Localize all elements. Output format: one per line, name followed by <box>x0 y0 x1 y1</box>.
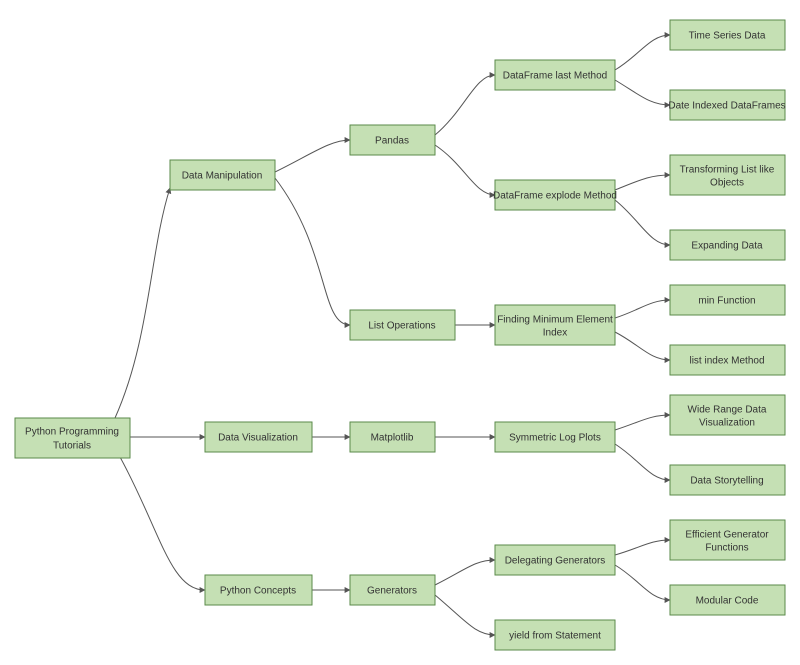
node-modular-code: Modular Code <box>670 585 785 615</box>
node-sym-log-label: Symmetric Log Plots <box>509 433 601 444</box>
node-list-operations: List Operations <box>350 310 455 340</box>
edge-symlog-datastory <box>615 444 670 480</box>
edge-generators-deleg <box>435 560 495 585</box>
edge-root-datamanip <box>115 188 170 418</box>
node-data-storytelling-label: Data Storytelling <box>690 476 763 487</box>
node-yield-from: yield from Statement <box>495 620 615 650</box>
node-df-explode-label: DataFrame explode Method <box>493 191 617 202</box>
node-modular-code-label: Modular Code <box>696 596 759 607</box>
node-expanding-data: Expanding Data <box>670 230 785 260</box>
node-delegating-generators-label: Delegating Generators <box>505 556 606 567</box>
edge-datamanip-listops <box>275 178 350 325</box>
edge-datamanip-pandas <box>275 140 350 172</box>
node-df-explode: DataFrame explode Method <box>493 180 617 210</box>
edge-pandas-dfexplode <box>435 145 495 195</box>
node-find-min-index-label-1: Finding Minimum Element <box>497 315 613 326</box>
node-transform-list: Transforming List like Objects <box>670 155 785 195</box>
node-root: Python Programming Tutorials <box>15 418 130 458</box>
edge-findmin-minfunc <box>615 300 670 318</box>
node-df-last: DataFrame last Method <box>495 60 615 90</box>
node-delegating-generators: Delegating Generators <box>495 545 615 575</box>
edge-dflast-dateidx <box>615 80 670 105</box>
node-efficient-gen-label-1: Efficient Generator <box>685 530 769 541</box>
node-data-storytelling: Data Storytelling <box>670 465 785 495</box>
node-list-operations-label: List Operations <box>368 321 435 332</box>
node-data-visualization-label: Data Visualization <box>218 433 298 444</box>
node-min-func-label: min Function <box>698 296 755 307</box>
node-root-label-2: Tutorials <box>53 441 91 452</box>
node-df-last-label: DataFrame last Method <box>503 71 608 82</box>
node-data-visualization: Data Visualization <box>205 422 312 452</box>
edge-symlog-widerange <box>615 415 670 430</box>
edge-deleg-modcode <box>615 565 670 600</box>
node-date-indexed-label: Date Indexed DataFrames <box>668 101 785 112</box>
edge-dfexplode-transform <box>615 175 670 190</box>
node-transform-list-label-1: Transforming List like <box>680 165 775 176</box>
edge-deleg-effgen <box>615 540 670 555</box>
node-transform-list-label-2: Objects <box>710 178 744 189</box>
node-date-indexed: Date Indexed DataFrames <box>668 90 785 120</box>
diagram-canvas: Python Programming Tutorials Data Manipu… <box>0 0 800 665</box>
node-efficient-gen: Efficient Generator Functions <box>670 520 785 560</box>
node-time-series: Time Series Data <box>670 20 785 50</box>
node-find-min-index-label-2: Index <box>543 328 567 339</box>
node-data-manipulation-label: Data Manipulation <box>182 171 263 182</box>
node-wide-range-label-2: Visualization <box>699 418 755 429</box>
nodes: Python Programming Tutorials Data Manipu… <box>15 20 786 650</box>
node-pandas: Pandas <box>350 125 435 155</box>
node-time-series-label: Time Series Data <box>689 31 766 42</box>
node-list-index: list index Method <box>670 345 785 375</box>
node-efficient-gen-label-2: Functions <box>705 543 748 554</box>
node-yield-from-label: yield from Statement <box>509 631 601 642</box>
node-root-label-1: Python Programming <box>25 427 119 438</box>
edge-dfexplode-expand <box>615 200 670 245</box>
node-data-manipulation: Data Manipulation <box>170 160 275 190</box>
node-python-concepts: Python Concepts <box>205 575 312 605</box>
edge-pandas-dflast <box>435 75 495 135</box>
node-min-func: min Function <box>670 285 785 315</box>
node-pandas-label: Pandas <box>375 136 409 147</box>
edge-root-pyconcepts <box>120 457 205 590</box>
node-generators-label: Generators <box>367 586 417 597</box>
node-expanding-data-label: Expanding Data <box>691 241 763 252</box>
node-wide-range-label-1: Wide Range Data <box>688 405 767 416</box>
node-matplotlib: Matplotlib <box>350 422 435 452</box>
edge-dflast-timeseries <box>615 35 670 70</box>
node-sym-log: Symmetric Log Plots <box>495 422 615 452</box>
edge-findmin-listidx <box>615 332 670 360</box>
edge-generators-yield <box>435 595 495 635</box>
node-list-index-label: list index Method <box>689 356 764 367</box>
node-python-concepts-label: Python Concepts <box>220 586 296 597</box>
node-wide-range: Wide Range Data Visualization <box>670 395 785 435</box>
node-find-min-index: Finding Minimum Element Index <box>495 305 615 345</box>
node-matplotlib-label: Matplotlib <box>371 433 414 444</box>
node-generators: Generators <box>350 575 435 605</box>
